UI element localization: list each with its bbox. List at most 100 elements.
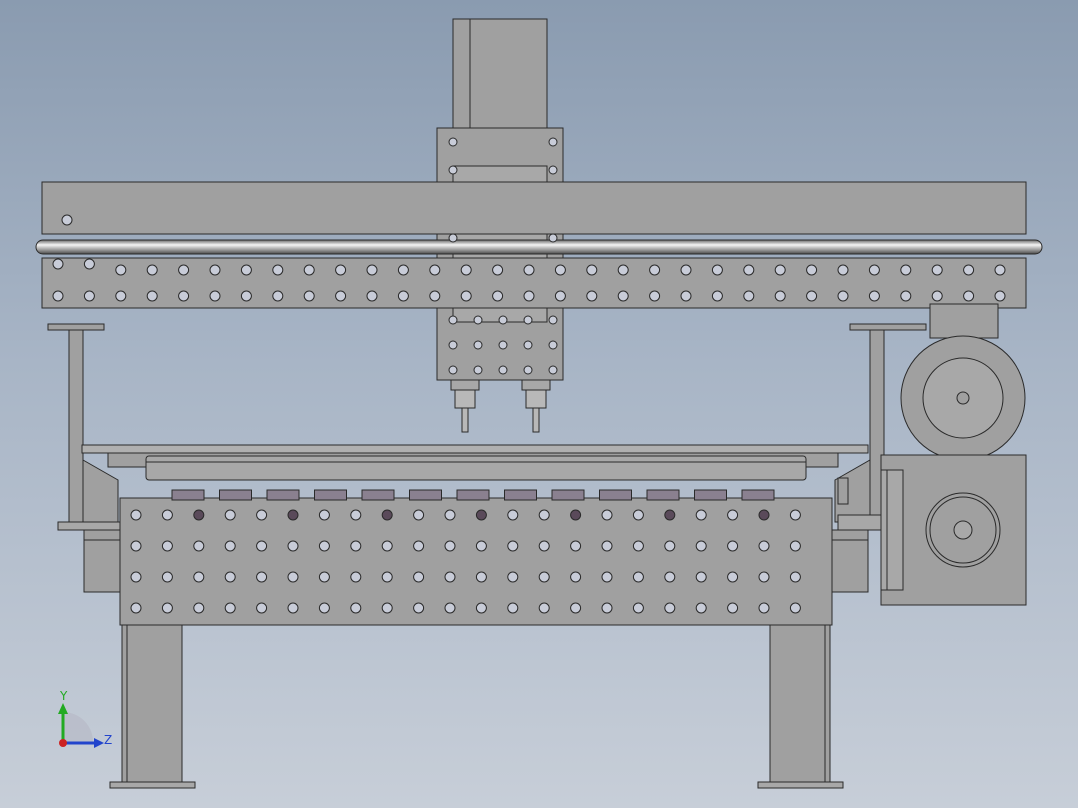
clamp-block (551, 489, 585, 501)
table-hole (224, 540, 236, 552)
beam-hole (617, 264, 629, 276)
beam-hole (931, 290, 943, 302)
head-hole (498, 340, 508, 350)
table-hole (601, 540, 613, 552)
beam-hole (837, 264, 849, 276)
beam-hole (492, 264, 504, 276)
beam-hole (868, 290, 880, 302)
table-hole (789, 571, 801, 583)
clamp-block (504, 489, 537, 501)
table-hole (727, 571, 739, 583)
table-hole (538, 540, 550, 552)
beam-hole (554, 264, 566, 276)
cad-viewport[interactable]: Y Z (0, 0, 1078, 808)
clamp-block (694, 489, 727, 501)
table-hole (350, 509, 362, 521)
head-hole (523, 365, 533, 375)
table-hole (664, 509, 676, 521)
y-axis-label: Y (59, 689, 68, 703)
beam-hole (178, 264, 190, 276)
table-hole (287, 571, 299, 583)
table-hole (413, 571, 425, 583)
table-hole (413, 509, 425, 521)
head-hole (448, 340, 458, 350)
head-hole (523, 340, 533, 350)
table-hole (193, 602, 205, 614)
tool-bit (532, 407, 540, 433)
clamp-block (599, 489, 632, 501)
table-hole (758, 509, 770, 521)
table-hole (224, 571, 236, 583)
table-hole (758, 540, 770, 552)
table-hole (130, 571, 142, 583)
table-hole (444, 602, 456, 614)
column-hole (548, 137, 558, 147)
beam-hole (335, 290, 347, 302)
head-hole (448, 315, 458, 325)
beam-hole (52, 290, 64, 302)
head-hole (548, 365, 558, 375)
beam-hole (492, 290, 504, 302)
left-leg (109, 623, 196, 789)
beam-hole (115, 264, 127, 276)
table-hole (161, 571, 173, 583)
beam-hole (178, 290, 190, 302)
table-hole (789, 602, 801, 614)
table-hole (632, 509, 644, 521)
beam-hole (586, 264, 598, 276)
table-hole (507, 602, 519, 614)
table-hole (287, 540, 299, 552)
table-hole (193, 540, 205, 552)
column-hole (548, 233, 558, 243)
beam-hole (397, 264, 409, 276)
table-hole (475, 540, 487, 552)
beam-hole (774, 290, 786, 302)
beam-hole (272, 264, 284, 276)
z-axis-column (436, 18, 564, 185)
table-hole (224, 602, 236, 614)
orientation-triad[interactable]: Y Z (58, 689, 112, 748)
table-hole (318, 571, 330, 583)
table-hole (758, 602, 770, 614)
beam-hole (994, 290, 1006, 302)
head-hole (448, 365, 458, 375)
table-hole (444, 540, 456, 552)
table-hole (413, 540, 425, 552)
beam-hole (240, 264, 252, 276)
tool-bit (461, 407, 469, 433)
beam-hole (680, 290, 692, 302)
gantry-upper-beam (41, 181, 1027, 235)
beam-hole (397, 290, 409, 302)
table-hole (193, 571, 205, 583)
head-hole (473, 315, 483, 325)
beam-hole (963, 290, 975, 302)
beam-hole (900, 290, 912, 302)
table-hole (695, 540, 707, 552)
beam-hole (272, 290, 284, 302)
table-hole (193, 509, 205, 521)
z-axis-label: Z (104, 733, 112, 747)
table-hole (570, 509, 582, 521)
beam-hole (523, 290, 535, 302)
table-hole (381, 602, 393, 614)
table-hole (256, 509, 268, 521)
tool-holder (450, 379, 480, 391)
table-hole (632, 540, 644, 552)
beam-hole (61, 214, 73, 226)
left-side-carriage (83, 529, 121, 593)
clamp-block (741, 489, 775, 501)
table-hole (789, 509, 801, 521)
table-hole (664, 571, 676, 583)
tool-collet (454, 389, 476, 409)
table-hole (507, 571, 519, 583)
clamp-block (361, 489, 395, 501)
table-hole (475, 509, 487, 521)
table-hole (695, 602, 707, 614)
table-hole (601, 509, 613, 521)
table-hole (161, 602, 173, 614)
beam-hole (586, 290, 598, 302)
beam-hole (931, 264, 943, 276)
table-hole (130, 540, 142, 552)
table-hole (570, 540, 582, 552)
clamp-block (409, 489, 442, 501)
